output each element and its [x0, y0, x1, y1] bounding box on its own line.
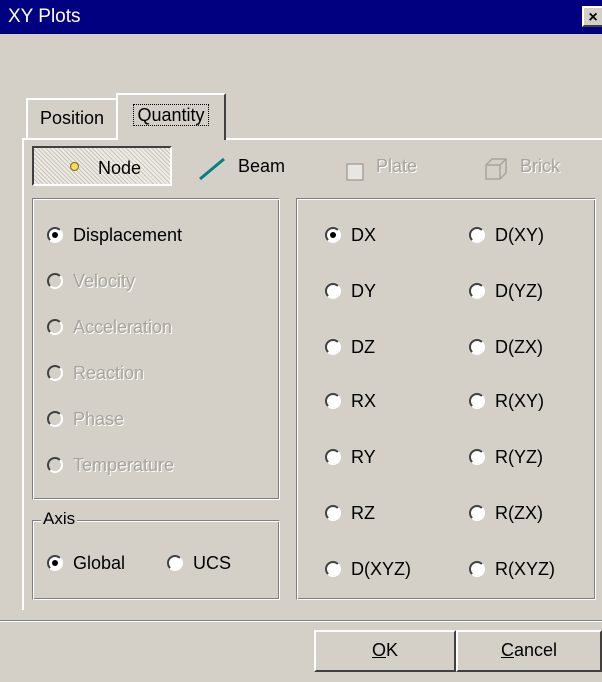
radio-rz-label: RZ — [351, 503, 375, 523]
radio-dz-label: DZ — [351, 337, 375, 357]
radio-phase-label: Phase — [73, 409, 125, 429]
node-dot-icon — [70, 162, 79, 171]
radio-button — [325, 339, 341, 355]
tab-position[interactable]: Position — [26, 98, 118, 138]
close-button[interactable]: × — [582, 6, 602, 27]
component-group: DX DY DZ RX RY RZ D(XYZ) D(XY) D(YZ) D(Z… — [296, 198, 596, 600]
node-type-button[interactable]: Node — [32, 146, 172, 186]
radio-dx-label: DX — [351, 225, 377, 245]
window-title: XY Plots — [8, 6, 81, 27]
brick-cube-icon — [484, 155, 510, 195]
ok-label-rest: K — [386, 640, 399, 660]
cancel-label-rest: ancel — [513, 640, 558, 660]
radio-button — [469, 283, 485, 299]
title-bar: XY Plots × — [0, 0, 602, 34]
radio-ry-label: RY — [351, 447, 376, 467]
radio-button — [469, 227, 485, 243]
radio-button — [325, 227, 341, 243]
tab-quantity-label: Quantity — [133, 104, 209, 126]
radio-button — [325, 393, 341, 409]
beam-type-label: Beam — [238, 156, 286, 176]
radio-button — [469, 339, 485, 355]
axis-group-legend: Axis — [41, 509, 78, 529]
radio-temperature-label: Temperature — [73, 455, 175, 475]
beam-type-button[interactable]: Beam — [198, 146, 298, 186]
radio-displacement-label: Displacement — [73, 225, 183, 245]
radio-rxy-label: R(XY) — [495, 391, 544, 411]
beam-line-icon — [198, 155, 226, 195]
radio-button — [167, 555, 183, 571]
radio-button — [47, 273, 63, 289]
radio-rzx-label: R(ZX) — [495, 503, 543, 523]
node-type-label: Node — [98, 158, 142, 178]
radio-dxy-label: D(XY) — [495, 225, 544, 245]
radio-button — [469, 449, 485, 465]
radio-button — [469, 561, 485, 577]
radio-button — [325, 561, 341, 577]
plate-square-icon — [346, 157, 366, 197]
radio-velocity-label: Velocity — [73, 271, 136, 291]
brick-type-label: Brick — [520, 156, 560, 176]
brick-type-button[interactable]: Brick — [484, 146, 584, 186]
radio-rx-label: RX — [351, 391, 377, 411]
radio-acceleration-label: Acceleration — [73, 317, 173, 337]
radio-button — [47, 411, 63, 427]
plate-type-button[interactable]: Plate — [346, 146, 436, 186]
tab-quantity[interactable]: Quantity — [116, 93, 226, 140]
plate-type-label: Plate — [376, 156, 418, 176]
radio-button — [47, 227, 63, 243]
radio-button — [325, 505, 341, 521]
radio-rxyz-label: R(XYZ) — [495, 559, 555, 579]
radio-button — [47, 319, 63, 335]
radio-dy-label: DY — [351, 281, 377, 301]
radio-button — [469, 505, 485, 521]
footer-divider — [0, 620, 602, 622]
radio-button — [325, 283, 341, 299]
radio-ryz-label: R(YZ) — [495, 447, 543, 467]
axis-group: Axis Global UCS — [32, 509, 280, 600]
cancel-button[interactable]: Cancel — [456, 630, 602, 672]
radio-button — [325, 449, 341, 465]
radio-dzx-label: D(ZX) — [495, 337, 543, 357]
radio-dyz-label: D(YZ) — [495, 281, 543, 301]
ok-button[interactable]: OK — [314, 630, 456, 672]
radio-dxyz-label: D(XYZ) — [351, 559, 411, 579]
radio-global-label: Global — [73, 553, 126, 573]
radio-button — [47, 555, 63, 571]
radio-button — [469, 393, 485, 409]
radio-button — [47, 457, 63, 473]
ok-mnemonic: O — [371, 640, 386, 660]
radio-ucs-label: UCS — [193, 553, 232, 573]
radio-button — [47, 365, 63, 381]
cancel-mnemonic: C — [500, 640, 514, 660]
quantity-group: Displacement Velocity Acceleration React… — [32, 198, 280, 500]
radio-reaction-label: Reaction — [73, 363, 145, 383]
